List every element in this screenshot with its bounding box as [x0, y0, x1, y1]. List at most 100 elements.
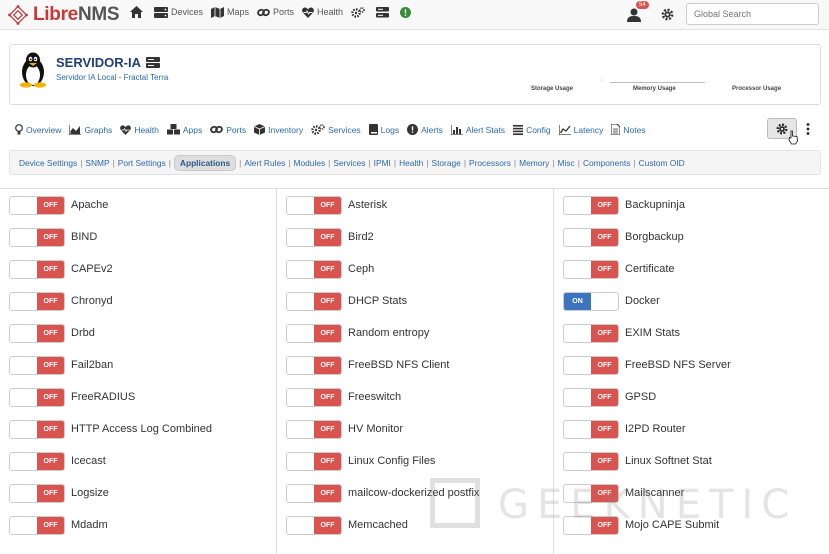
subnav-modules[interactable]: Modules: [294, 158, 326, 168]
nav-alerts[interactable]: [400, 6, 414, 18]
application-toggle[interactable]: OFF: [286, 227, 342, 247]
application-toggle[interactable]: OFF: [286, 451, 342, 471]
subnav-processors[interactable]: Processors: [469, 158, 511, 168]
subnav-storage[interactable]: Storage: [431, 158, 460, 168]
application-toggle[interactable]: ON: [563, 291, 619, 311]
application-toggle[interactable]: OFF: [286, 515, 342, 535]
application-toggle[interactable]: OFF: [563, 355, 619, 375]
application-toggle[interactable]: OFF: [563, 195, 619, 215]
application-toggle[interactable]: OFF: [9, 291, 65, 311]
device-header-panel: SERVIDOR-IA Servidor IA Local - Fractal …: [9, 44, 821, 105]
tab-overview-label: Overview: [26, 124, 62, 135]
application-toggle[interactable]: OFF: [9, 483, 65, 503]
application-toggle[interactable]: OFF: [9, 355, 65, 375]
nav-maps[interactable]: Maps: [211, 6, 249, 18]
nav-health[interactable]: Health: [302, 6, 343, 18]
application-toggle[interactable]: OFF: [563, 451, 619, 471]
application-row: OFF Icecast: [9, 445, 106, 477]
subnav-ipmi[interactable]: IPMI: [374, 158, 391, 168]
application-toggle[interactable]: OFF: [563, 387, 619, 407]
application-row: OFF Asterisk: [286, 189, 387, 221]
application-name: Mojo CAPE Submit: [625, 519, 720, 531]
toggle-state-label: OFF: [591, 324, 618, 342]
application-toggle[interactable]: OFF: [563, 419, 619, 439]
tab-overview[interactable]: Overview: [15, 124, 61, 135]
subnav-misc[interactable]: Misc: [558, 158, 575, 168]
subnav-snmp[interactable]: SNMP: [85, 158, 109, 168]
device-tabs: Overview Graphs Health Apps Ports Invent…: [15, 124, 654, 135]
application-toggle[interactable]: OFF: [9, 515, 65, 535]
kebab-menu-icon: [806, 122, 810, 135]
tab-services[interactable]: Services: [311, 124, 361, 135]
librenms-logo[interactable]: LibreNMS: [8, 4, 120, 26]
toggle-state-label: OFF: [591, 196, 618, 214]
application-toggle[interactable]: OFF: [9, 419, 65, 439]
application-name: mailcow-dockerized postfix: [348, 487, 480, 499]
tab-config[interactable]: Config: [513, 124, 551, 135]
application-toggle[interactable]: OFF: [286, 387, 342, 407]
device-description: Servidor IA Local - Fractal Terra: [56, 73, 169, 82]
application-toggle[interactable]: OFF: [563, 483, 619, 503]
nav-home[interactable]: [130, 6, 146, 18]
application-toggle[interactable]: OFF: [286, 419, 342, 439]
application-toggle[interactable]: OFF: [563, 515, 619, 535]
subnav-applications[interactable]: Applications: [173, 154, 237, 171]
nav-ports[interactable]: Ports: [257, 7, 294, 18]
tab-notes[interactable]: Notes: [611, 124, 646, 135]
line-chart-icon: [558, 124, 571, 135]
application-toggle[interactable]: OFF: [286, 259, 342, 279]
tab-health[interactable]: Health: [120, 125, 159, 135]
tab-apps[interactable]: Apps: [166, 124, 202, 135]
subnav-port-settings[interactable]: Port Settings: [118, 158, 166, 168]
subnav-alert-rules[interactable]: Alert Rules: [244, 158, 285, 168]
subnav-custom-oid[interactable]: Custom OID: [639, 158, 685, 168]
tab-graphs[interactable]: Graphs: [69, 124, 112, 135]
cogs-icon: [311, 124, 325, 135]
subnav-services[interactable]: Services: [333, 158, 365, 168]
global-search-input[interactable]: [686, 3, 819, 25]
tab-ports[interactable]: Ports: [210, 124, 246, 135]
nav-devices-label: Devices: [171, 7, 204, 17]
application-row: OFF FreeBSD NFS Client: [286, 349, 449, 381]
subnav-device-settings[interactable]: Device Settings: [19, 158, 77, 168]
nav-devices[interactable]: Devices: [154, 6, 204, 18]
nav-cogs[interactable]: [351, 6, 368, 18]
application-toggle[interactable]: OFF: [563, 323, 619, 343]
toggle-state-label: OFF: [37, 388, 64, 406]
toggle-state-label: OFF: [37, 324, 64, 342]
toggle-handle: [287, 484, 314, 502]
application-toggle[interactable]: OFF: [286, 195, 342, 215]
application-toggle[interactable]: OFF: [286, 291, 342, 311]
tab-latency[interactable]: Latency: [558, 124, 603, 135]
application-row: OFF BIND: [9, 221, 97, 253]
application-toggle[interactable]: OFF: [9, 387, 65, 407]
application-name: Random entropy: [348, 327, 430, 339]
application-toggle[interactable]: OFF: [563, 259, 619, 279]
tab-alert-stats[interactable]: Alert Stats: [450, 124, 505, 135]
subnav-health[interactable]: Health: [399, 158, 423, 168]
application-name: Icecast: [71, 455, 106, 467]
application-toggle[interactable]: OFF: [9, 451, 65, 471]
application-toggle[interactable]: OFF: [563, 227, 619, 247]
settings-gear-icon[interactable]: [661, 8, 674, 21]
nav-database[interactable]: [376, 6, 392, 18]
more-options-button[interactable]: [798, 118, 818, 139]
application-toggle[interactable]: OFF: [9, 227, 65, 247]
logo-text-libre: Libre: [33, 4, 78, 25]
tab-alerts[interactable]: Alerts: [407, 124, 443, 135]
tab-inventory[interactable]: Inventory: [254, 124, 303, 135]
notifications-user[interactable]: 54: [627, 1, 649, 24]
application-toggle[interactable]: OFF: [286, 323, 342, 343]
application-toggle[interactable]: OFF: [286, 355, 342, 375]
application-toggle[interactable]: OFF: [9, 195, 65, 215]
tab-notes-label: Notes: [623, 124, 646, 135]
application-toggle[interactable]: OFF: [286, 483, 342, 503]
subnav-components[interactable]: Components: [583, 158, 631, 168]
application-row: OFF Freeswitch: [286, 381, 401, 413]
subnav-memory[interactable]: Memory: [519, 158, 549, 168]
tab-logs[interactable]: Logs: [368, 124, 399, 135]
application-toggle[interactable]: OFF: [9, 323, 65, 343]
tab-alerts-label: Alerts: [421, 124, 443, 135]
application-toggle[interactable]: OFF: [9, 259, 65, 279]
toggle-state-label: OFF: [591, 260, 618, 278]
